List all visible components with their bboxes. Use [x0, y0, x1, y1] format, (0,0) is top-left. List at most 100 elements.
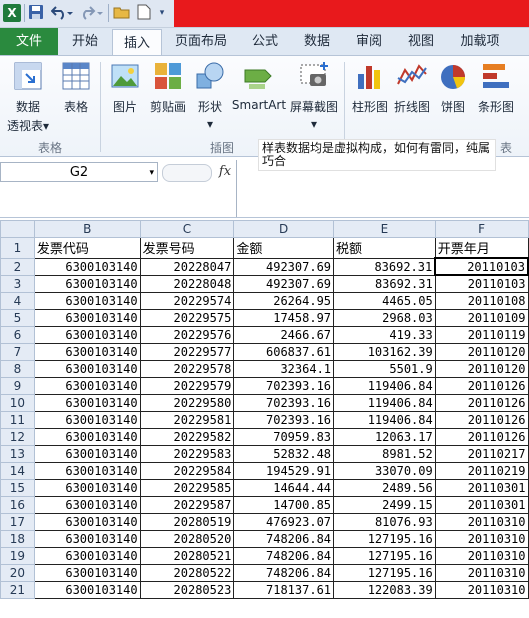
table-cell[interactable]: 20229577	[139, 342, 235, 361]
tab-addins[interactable]: 加载项	[452, 28, 508, 55]
row-header[interactable]: 4	[0, 291, 35, 310]
tab-page-layout[interactable]: 页面布局	[168, 28, 234, 55]
column-header-c[interactable]: C	[139, 220, 235, 238]
row-header[interactable]: 9	[0, 376, 35, 395]
table-cell[interactable]: 14700.85	[233, 495, 335, 514]
table-cell[interactable]: 6300103140	[33, 529, 141, 548]
smartart-button[interactable]: SmartArt	[230, 60, 288, 112]
insert-function-icon[interactable]: fx	[214, 162, 236, 182]
bar-chart-button[interactable]: 条形图	[474, 60, 518, 115]
table-cell[interactable]: 702393.16	[233, 393, 335, 412]
table-cell[interactable]: 20229576	[139, 325, 235, 344]
table-cell[interactable]: 6300103140	[33, 274, 141, 293]
row-header[interactable]: 19	[0, 546, 35, 565]
row-header[interactable]: 12	[0, 427, 35, 446]
row-header[interactable]: 11	[0, 410, 35, 429]
table-cell[interactable]: 6300103140	[33, 376, 141, 395]
column-header-b[interactable]: B	[33, 220, 141, 238]
save-icon[interactable]	[28, 4, 44, 22]
table-cell[interactable]: 20110103	[434, 274, 529, 293]
table-cell[interactable]: 20110310	[434, 580, 529, 599]
table-cell[interactable]: 6300103140	[33, 325, 141, 344]
tab-data[interactable]: 数据	[296, 28, 338, 55]
table-cell[interactable]: 476923.07	[233, 512, 335, 531]
table-cell[interactable]: 20229579	[139, 376, 235, 395]
pivot-table-button[interactable]: 数据 透视表▾	[4, 60, 52, 134]
table-button[interactable]: 表格	[56, 60, 96, 115]
table-cell[interactable]: 20229574	[139, 291, 235, 310]
name-box[interactable]: G2 ▾	[0, 162, 158, 182]
header-cell[interactable]: 发票号码	[139, 237, 235, 259]
table-cell[interactable]: 119406.84	[333, 410, 436, 429]
column-header-f[interactable]: F	[434, 220, 529, 238]
open-folder-icon[interactable]	[112, 4, 132, 22]
row-header[interactable]: 17	[0, 512, 35, 531]
table-cell[interactable]: 6300103140	[33, 478, 141, 497]
table-cell[interactable]: 2499.15	[333, 495, 436, 514]
table-cell[interactable]: 127195.16	[333, 529, 436, 548]
table-cell[interactable]: 20110126	[434, 410, 529, 429]
table-cell[interactable]: 20110310	[434, 546, 529, 565]
header-cell[interactable]: 开票年月	[434, 237, 529, 259]
table-cell[interactable]: 32364.1	[233, 359, 335, 378]
table-cell[interactable]: 83692.31	[333, 274, 436, 293]
row-header[interactable]: 16	[0, 495, 35, 514]
table-cell[interactable]: 4465.05	[333, 291, 436, 310]
table-cell[interactable]: 12063.17	[333, 427, 436, 446]
table-cell[interactable]: 6300103140	[33, 461, 141, 480]
shapes-button[interactable]: 形状 ▾	[190, 60, 230, 131]
table-cell[interactable]: 20110310	[434, 563, 529, 582]
table-cell[interactable]: 20110126	[434, 376, 529, 395]
header-cell[interactable]: 金额	[233, 237, 335, 259]
table-cell[interactable]: 2968.03	[333, 308, 436, 327]
table-cell[interactable]: 20110310	[434, 529, 529, 548]
table-cell[interactable]: 20229584	[139, 461, 235, 480]
table-cell[interactable]: 20229578	[139, 359, 235, 378]
table-cell[interactable]: 20280523	[139, 580, 235, 599]
table-cell[interactable]: 20110103	[434, 257, 529, 276]
table-cell[interactable]: 5501.9	[333, 359, 436, 378]
table-cell[interactable]: 20229587	[139, 495, 235, 514]
tab-formulas[interactable]: 公式	[244, 28, 286, 55]
table-cell[interactable]: 8981.52	[333, 444, 436, 463]
table-cell[interactable]: 6300103140	[33, 580, 141, 599]
table-cell[interactable]: 20280522	[139, 563, 235, 582]
table-cell[interactable]: 20280521	[139, 546, 235, 565]
row-header[interactable]: 3	[0, 274, 35, 293]
row-header[interactable]: 6	[0, 325, 35, 344]
table-cell[interactable]: 122083.39	[333, 580, 436, 599]
tab-file[interactable]: 文件	[0, 28, 58, 55]
table-cell[interactable]: 748206.84	[233, 529, 335, 548]
table-cell[interactable]: 20228047	[139, 257, 235, 276]
formula-divider-handle[interactable]	[162, 164, 212, 182]
table-cell[interactable]: 6300103140	[33, 359, 141, 378]
table-cell[interactable]: 20110120	[434, 359, 529, 378]
table-cell[interactable]: 127195.16	[333, 563, 436, 582]
table-cell[interactable]: 20229582	[139, 427, 235, 446]
table-cell[interactable]: 17458.97	[233, 308, 335, 327]
table-cell[interactable]: 492307.69	[233, 257, 335, 276]
table-cell[interactable]: 2489.56	[333, 478, 436, 497]
row-header[interactable]: 7	[0, 342, 35, 361]
redo-icon[interactable]	[80, 4, 104, 22]
row-header[interactable]: 1	[0, 237, 35, 259]
table-cell[interactable]: 6300103140	[33, 257, 141, 276]
tab-home[interactable]: 开始	[62, 28, 108, 55]
table-cell[interactable]: 20229575	[139, 308, 235, 327]
table-cell[interactable]: 20110310	[434, 512, 529, 531]
table-cell[interactable]: 127195.16	[333, 546, 436, 565]
table-cell[interactable]: 20110301	[434, 495, 529, 514]
column-header-e[interactable]: E	[333, 220, 436, 238]
table-cell[interactable]: 20280520	[139, 529, 235, 548]
table-cell[interactable]: 6300103140	[33, 291, 141, 310]
tab-insert[interactable]: 插入	[112, 29, 162, 57]
table-cell[interactable]: 718137.61	[233, 580, 335, 599]
table-cell[interactable]: 2466.67	[233, 325, 335, 344]
row-header[interactable]: 14	[0, 461, 35, 480]
row-header[interactable]: 5	[0, 308, 35, 327]
table-cell[interactable]: 83692.31	[333, 257, 436, 276]
row-header[interactable]: 18	[0, 529, 35, 548]
table-cell[interactable]: 70959.83	[233, 427, 335, 446]
table-cell[interactable]: 20228048	[139, 274, 235, 293]
table-cell[interactable]: 702393.16	[233, 410, 335, 429]
